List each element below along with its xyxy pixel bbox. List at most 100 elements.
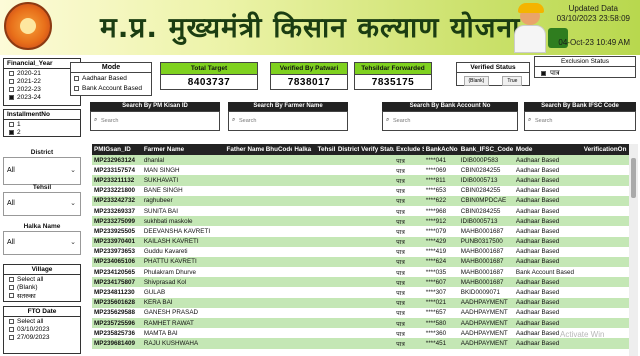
table-row[interactable]: MP233973653 Guddu Kavareti पात्र ****419 MAH… (92, 246, 638, 257)
mode-option[interactable]: Aadhaar Based (71, 73, 151, 83)
tehsil-dropdown[interactable]: All ⌄ (3, 192, 81, 216)
column-header[interactable]: Halka (292, 144, 316, 155)
village-filter: Village Select all (Blank) सतरुका (3, 264, 81, 302)
column-header[interactable]: BankAcNo (423, 144, 459, 155)
table-row[interactable]: MP233970401 KAILASH KAVRETI पात्र ****429 PU… (92, 236, 638, 247)
checkbox[interactable] (9, 334, 14, 340)
column-header[interactable]: Exclude Status (394, 144, 424, 155)
table-cell (224, 338, 264, 349)
village-option[interactable]: (Blank) (4, 283, 80, 291)
search-icon: ⌕ (386, 117, 390, 123)
table-row[interactable]: MP234065106 PHATTU KAVRETI पात्र ****624 MAH… (92, 256, 638, 268)
table-cell (292, 267, 316, 278)
column-header[interactable]: BhuCode (263, 144, 293, 155)
village-option[interactable]: Select all (4, 275, 80, 283)
table-row[interactable]: MP235601628 KERA BAI पात्र ****021 AADHPAYME… (92, 297, 638, 308)
financial-year-option[interactable]: 2022-23 (4, 85, 80, 93)
table-cell: MP234120565 (92, 267, 142, 278)
search-ifsc-input[interactable]: ⌕ Search (524, 111, 636, 131)
table-cell (581, 185, 629, 196)
checkbox[interactable] (9, 326, 14, 332)
table-cell (359, 185, 395, 196)
table-row[interactable]: MP233925505 DEEVANSHA KAVRETI पात्र ****079… (92, 226, 638, 237)
column-header[interactable]: Verify Status (359, 144, 395, 155)
table-row[interactable]: MP233221800 BANE SINGH पात्र ****653 CBIN028… (92, 185, 638, 196)
table-row[interactable]: MP233275099 sukhbati maskole पात्र ****912 I… (92, 216, 638, 227)
exclusion-status-option[interactable]: पात्र (535, 67, 635, 80)
table-cell (263, 287, 293, 298)
checkbox[interactable] (9, 318, 14, 324)
checkbox[interactable] (9, 121, 14, 127)
table-row[interactable]: MP235629588 GANESH PRASAD पात्र ****657 AADH… (92, 307, 638, 318)
table-cell (224, 277, 264, 288)
table-row[interactable]: MP233242732 raghubeer पात्र ****622 CBIN0MPD… (92, 195, 638, 206)
table-cell (263, 155, 293, 166)
verified-status-blank[interactable]: (Blank) (463, 76, 490, 86)
table-cell: DEEVANSHA KAVRETI (141, 226, 225, 237)
checkbox[interactable] (9, 78, 14, 84)
search-farmer-input[interactable]: ⌕ Search (228, 111, 348, 131)
checkbox[interactable] (9, 129, 14, 135)
table-cell (335, 256, 360, 268)
search-ifsc-placeholder: Search (535, 118, 553, 124)
checkbox[interactable] (9, 94, 14, 100)
table-scrollbar[interactable] (629, 144, 638, 356)
column-header[interactable]: PMIGsan_ID (92, 144, 142, 155)
installment-option[interactable]: 1 (4, 120, 80, 128)
district-dropdown[interactable]: All ⌄ (3, 157, 81, 185)
village-option[interactable]: सतरुका (4, 291, 80, 300)
table-row[interactable]: MP233269337 SUNITA BAI पात्र ****968 CBIN028… (92, 205, 638, 217)
verified-status-true[interactable]: True (502, 76, 523, 86)
table-row[interactable]: MP239681409 RAJU KUSHWAHA पात्र ****451 AADH… (92, 338, 638, 349)
tehsildar-forwarded-label: Tehsildar Forwarded (355, 63, 431, 75)
table-cell (315, 307, 336, 318)
checkbox[interactable] (74, 85, 79, 91)
table-cell (292, 155, 316, 166)
mode-label: Mode (71, 63, 151, 73)
verified-patwari-card: Verified By Patwari 7838017 (270, 62, 348, 90)
checkbox[interactable] (9, 70, 14, 76)
table-row[interactable]: MP233157574 MAN SINGH पात्र ****069 CBIN0284… (92, 165, 638, 176)
table-cell: Aadhaar Based (513, 195, 582, 206)
table-cell: MP233269337 (92, 205, 142, 217)
table-cell: ****580 (423, 318, 459, 329)
table-row[interactable]: MP234811230 GULAB पात्र ****307 BKID0009071 A… (92, 287, 638, 298)
fto-date-option[interactable]: 03/10/2023 (4, 325, 80, 333)
column-header[interactable]: Farmer Name (141, 144, 225, 155)
search-pmkisan-input[interactable]: ⌕ Search (90, 111, 220, 131)
table-row[interactable]: MP233211132 SUKHAVATI पात्र ****811 IDIB0005… (92, 175, 638, 186)
checkbox[interactable] (541, 71, 546, 76)
financial-year-option[interactable]: 2020-21 (4, 69, 80, 77)
table-row[interactable]: MP235825736 MAMTA BAI पात्र ****360 AADHPAYM… (92, 328, 638, 339)
column-header[interactable]: VerificationOn (581, 144, 629, 155)
table-cell (359, 165, 395, 176)
table-cell: MP232963124 (92, 155, 142, 166)
search-bank-input[interactable]: ⌕ Search (382, 111, 518, 131)
table-cell: IDIB0005713 (458, 175, 514, 186)
checkbox[interactable] (9, 284, 14, 290)
column-header[interactable]: District (335, 144, 360, 155)
fto-date-option[interactable]: Select all (4, 317, 80, 325)
mode-option[interactable]: Bank Account Based (71, 83, 151, 93)
checkbox[interactable] (9, 86, 14, 92)
installment-option[interactable]: 2 (4, 128, 80, 136)
column-header[interactable]: Mode (513, 144, 582, 155)
column-header[interactable]: Bank_IFSC_Code (458, 144, 514, 155)
column-header[interactable]: Tehsil (315, 144, 336, 155)
checkbox[interactable] (9, 292, 14, 298)
checkbox[interactable] (74, 75, 79, 81)
table-cell (224, 165, 264, 176)
table-cell: पात्र (394, 277, 424, 288)
table-row[interactable]: MP232963124 dhanlal पात्र ****041 IDIB000P58… (92, 155, 638, 166)
scrollbar-thumb[interactable] (631, 158, 636, 198)
financial-year-option[interactable]: 2023-24 (4, 93, 80, 101)
checkbox[interactable] (9, 276, 14, 282)
column-header[interactable]: Father Name (224, 144, 264, 155)
table-row[interactable]: MP234120565 Phulakram Dhurve पात्र ****035 M… (92, 267, 638, 278)
table-row[interactable]: MP234175807 Shivprasad Kol पात्र ****607 MAH… (92, 277, 638, 288)
table-row[interactable]: MP235725596 RAMHET RAWAT पात्र ****580 AADHP… (92, 318, 638, 329)
financial-year-option[interactable]: 2021-22 (4, 77, 80, 85)
halka-dropdown[interactable]: All ⌄ (3, 231, 81, 255)
fto-date-option[interactable]: 27/09/2023 (4, 333, 80, 341)
table-cell: MAHB0001687 (458, 256, 514, 268)
